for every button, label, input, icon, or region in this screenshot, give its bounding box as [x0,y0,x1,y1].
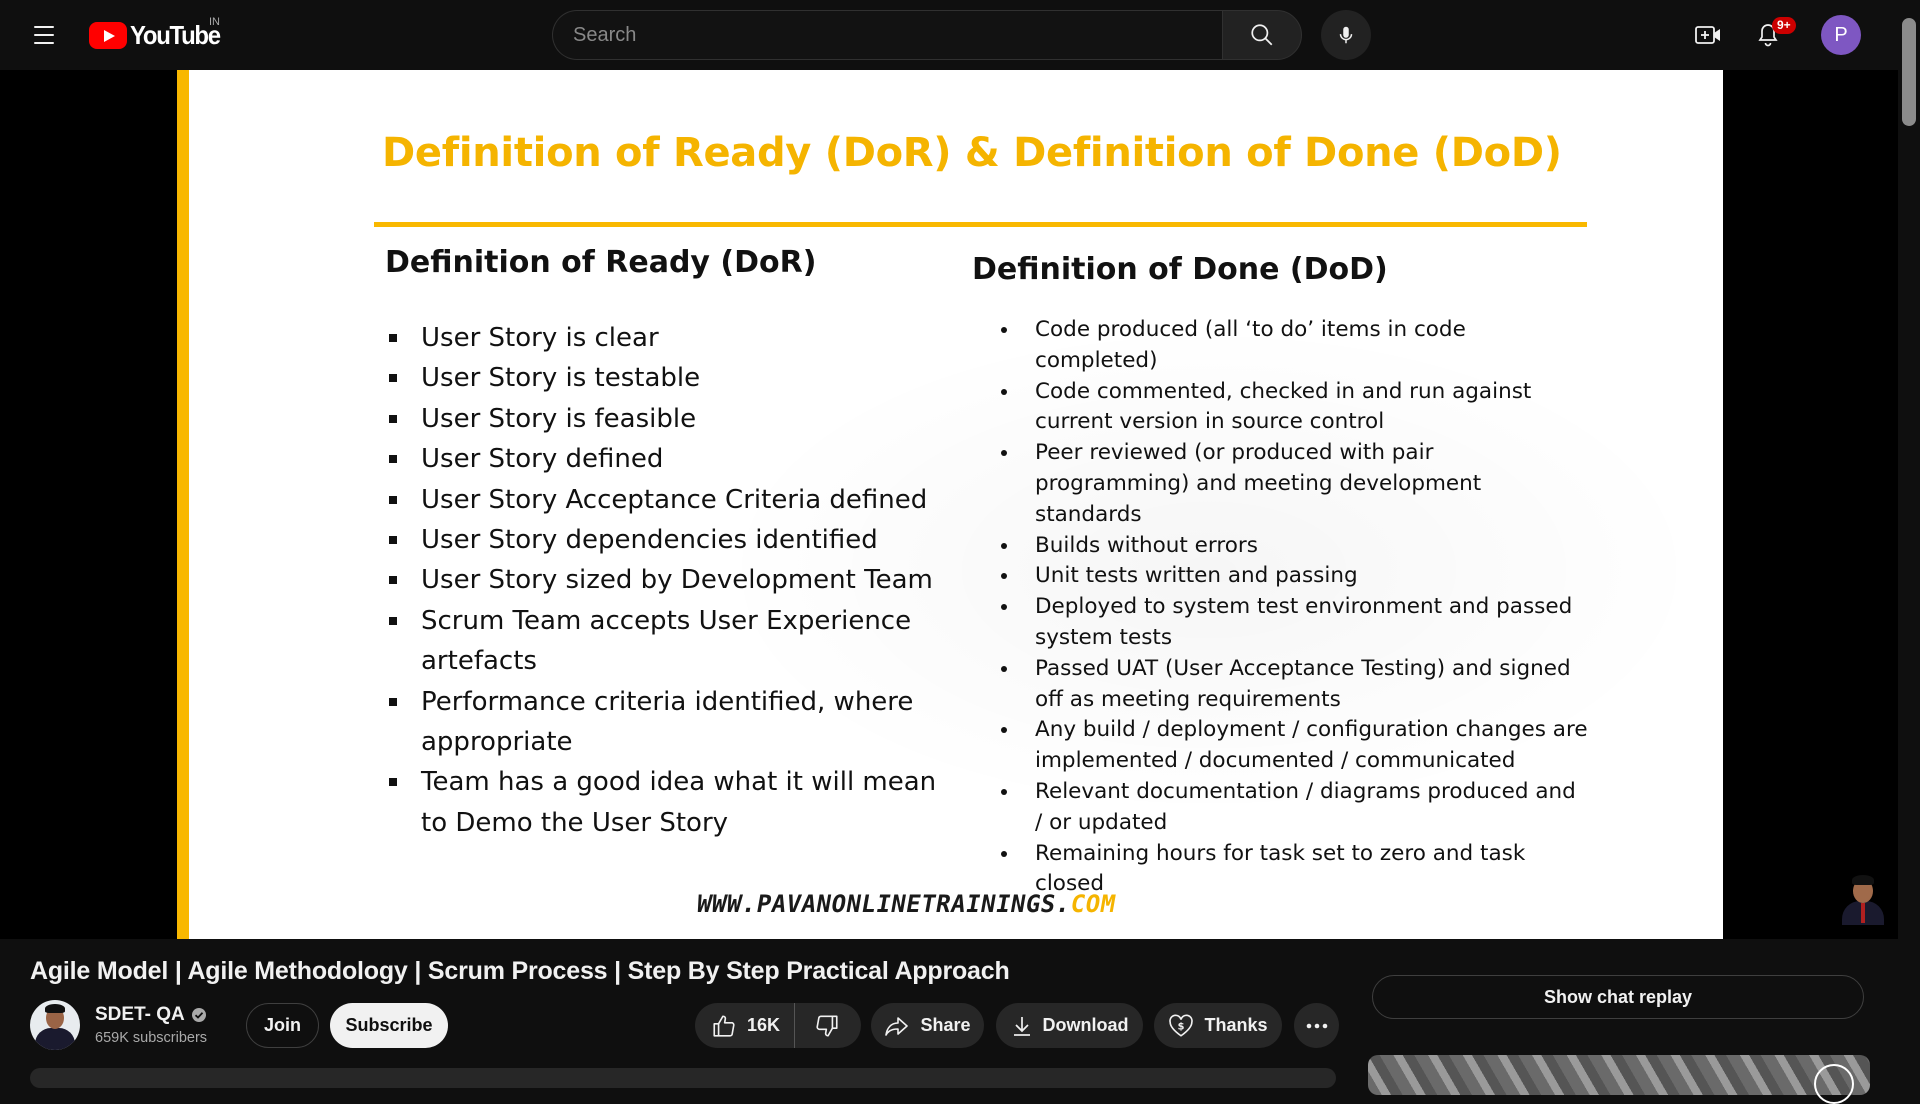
dor-item: User Story dependencies identified [385,520,945,560]
dor-item: Scrum Team accepts User Experience artef… [385,601,945,682]
youtube-logo[interactable]: YouTube [89,19,228,51]
video-player[interactable]: Definition of Ready (DoR) & Definition o… [0,70,1898,939]
dor-item: User Story is testable [385,358,945,398]
download-label: Download [1042,1015,1129,1035]
like-button[interactable]: 16K [695,1003,795,1048]
dod-item: Peer reviewed (or produced with pair pro… [989,438,1589,530]
more-actions-button[interactable] [1294,1003,1339,1048]
dod-item: Code produced (all ‘to do’ items in code… [989,315,1589,377]
dod-item: Code commented, checked in and run again… [989,377,1589,439]
dod-item: Builds without errors [989,531,1589,562]
subscribe-button[interactable]: Subscribe [330,1003,448,1048]
dislike-button[interactable] [795,1003,859,1048]
url-main: WWW.PAVANONLINETRAININGS. [694,890,1074,918]
search-input[interactable] [552,10,1222,60]
dod-heading: Definition of Done (DoD) [972,252,1388,287]
search-box [552,10,1302,60]
dod-item: Unit tests written and passing [989,561,1589,592]
dor-item: User Story is clear [385,318,945,358]
channel-name[interactable]: SDET- QA [95,1004,185,1026]
dor-item: User Story sized by Development Team [385,560,945,600]
dor-list: User Story is clear User Story is testab… [385,318,945,843]
dor-heading: Definition of Ready (DoR) [385,245,817,280]
menu-icon[interactable] [24,17,64,53]
dor-item: User Story defined [385,439,945,479]
share-icon [885,1016,909,1036]
page-scrollbar[interactable] [1898,0,1920,1080]
show-chat-replay-button[interactable]: Show chat replay [1372,975,1864,1019]
like-dislike-group: 16K [695,1003,861,1048]
slide-website-url: WWW.PAVANONLINETRAININGS.COM [695,890,1119,918]
like-count: 16K [747,1015,781,1035]
account-avatar[interactable]: P [1821,15,1861,55]
verified-icon [191,1008,206,1022]
voice-search-button[interactable] [1321,10,1371,60]
subscriber-count: 659K subscribers [95,1030,208,1046]
channel-watermark[interactable] [1842,875,1884,925]
channel-owner: SDET- QA 659K subscribers [30,997,207,1053]
thanks-label: Thanks [1204,1015,1268,1035]
dod-list: Code produced (all ‘to do’ items in code… [989,315,1589,900]
create-icon [1695,26,1720,44]
mic-icon [1339,26,1353,44]
slide-title: Definition of Ready (DoR) & Definition o… [382,130,1562,176]
dor-item: Team has a good idea what it will mean t… [385,762,945,843]
notifications-button[interactable]: 9+ [1748,15,1796,55]
join-button[interactable]: Join [246,1003,319,1048]
channel-info: SDET- QA 659K subscribers [95,1004,207,1046]
dod-item: Deployed to system test environment and … [989,592,1589,654]
logo-text: YouTube [130,19,221,50]
related-video-thumbnail[interactable] [1368,1055,1870,1095]
video-title: Agile Model | Agile Methodology | Scrum … [30,957,1010,985]
thanks-icon: $ [1169,1013,1194,1037]
share-label: Share [920,1015,971,1035]
dod-item: Passed UAT (User Acceptance Testing) and… [989,654,1589,716]
search-icon [1251,24,1273,46]
create-button[interactable] [1688,15,1728,55]
url-tld: COM [1068,890,1119,918]
dislike-icon [816,1014,838,1037]
search-button[interactable] [1222,10,1302,60]
region-code: IN [209,16,220,28]
description-box[interactable] [30,1068,1336,1088]
download-icon [1013,1016,1030,1036]
dor-item: User Story Acceptance Criteria defined [385,480,945,520]
dor-item: User Story is feasible [385,399,945,439]
notification-badge: 9+ [1772,17,1796,34]
channel-avatar[interactable] [30,1000,80,1050]
dor-item: Performance criteria identified, where a… [385,682,945,763]
video-frame-slide: Definition of Ready (DoR) & Definition o… [177,70,1723,939]
share-button[interactable]: Share [871,1003,984,1048]
thumbnail-overlay-icon [1814,1064,1854,1104]
svg-text:$: $ [1178,1021,1185,1032]
thanks-button[interactable]: $ Thanks [1154,1003,1282,1048]
dod-item: Any build / deployment / configuration c… [989,715,1589,777]
like-icon [713,1014,735,1037]
scrollbar-thumb[interactable] [1902,18,1916,126]
download-button[interactable]: Download [996,1003,1143,1048]
slide-divider [374,222,1587,227]
youtube-play-icon [89,21,127,49]
masthead: YouTube IN 9+ P [0,0,1898,70]
dod-item: Relevant documentation / diagrams produc… [989,777,1589,839]
more-icon [1306,1023,1327,1028]
